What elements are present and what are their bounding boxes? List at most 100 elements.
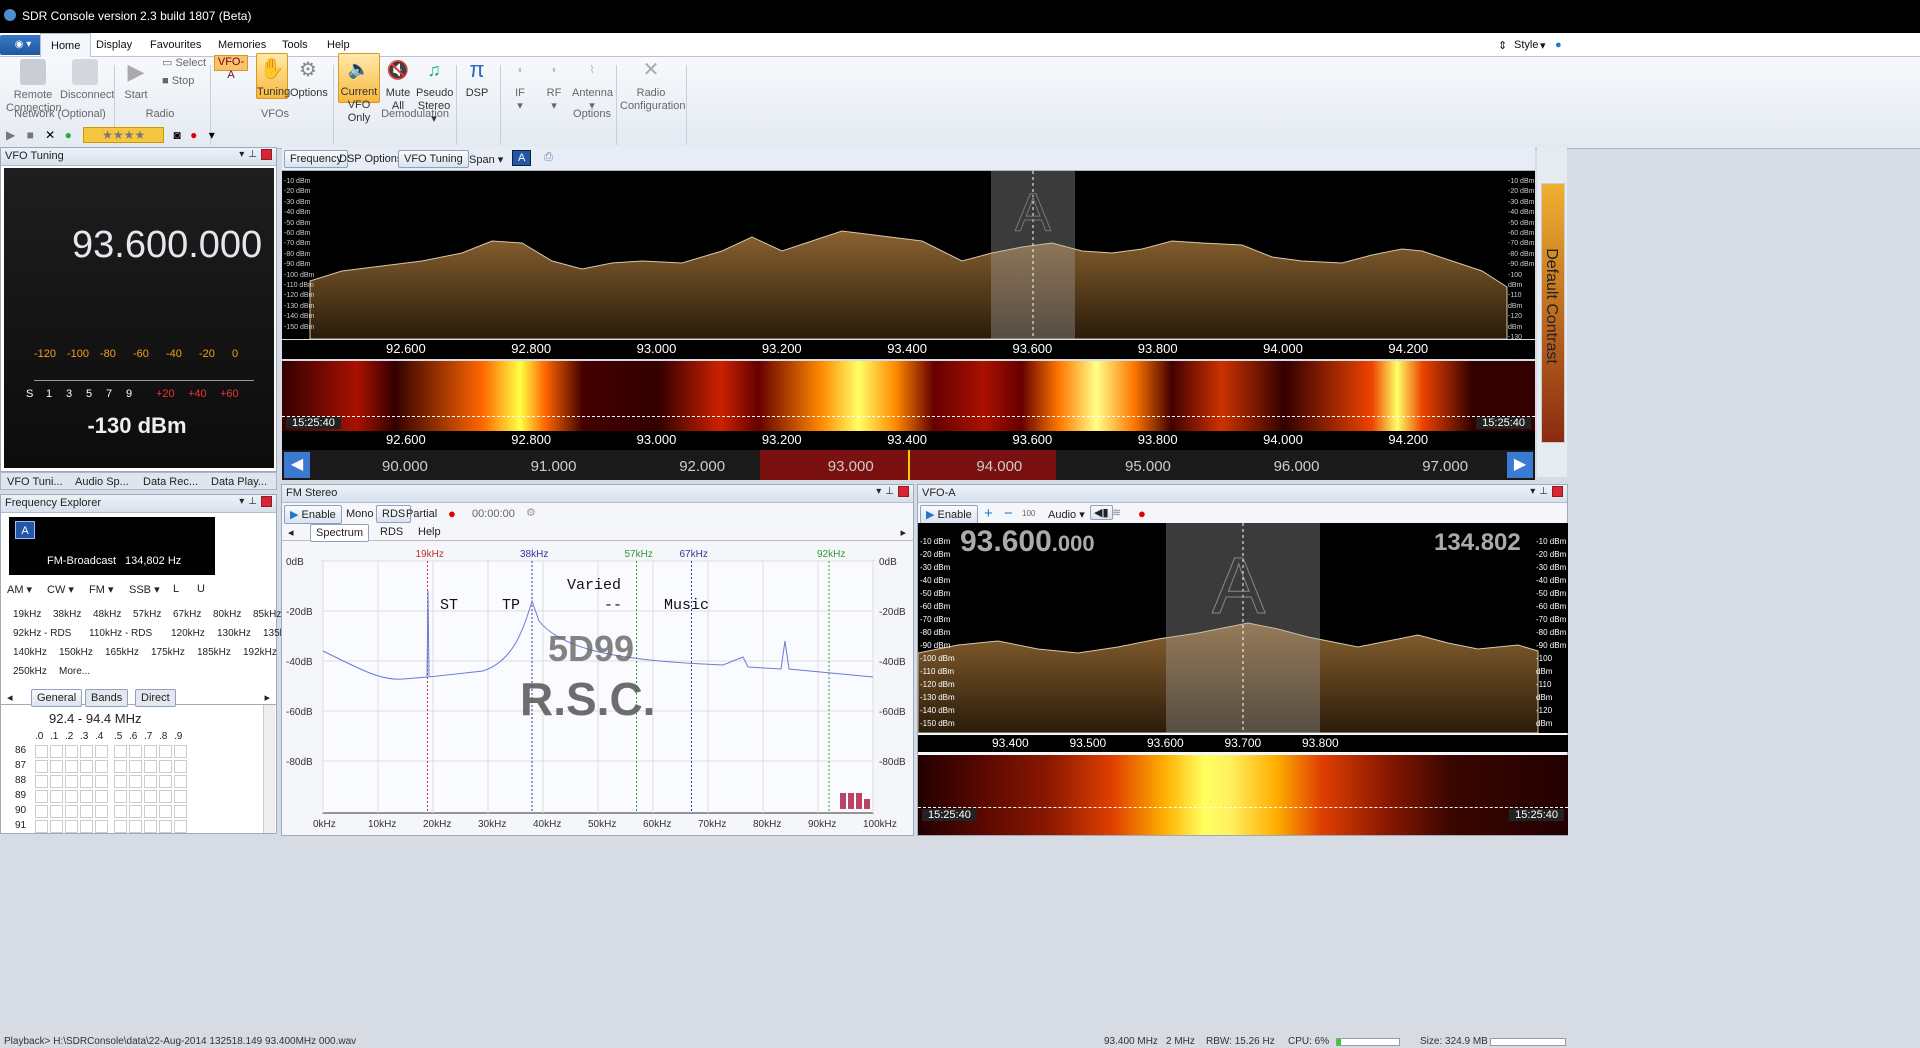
dsp-options-button[interactable]: DSP Options (339, 153, 402, 165)
frequency-link[interactable]: 19kHz (13, 609, 41, 620)
tab-data-record[interactable]: Data Rec... (143, 476, 198, 488)
grid-cell[interactable] (159, 745, 172, 758)
vfo-frequency-axis[interactable]: 93.400 93.500 93.600 93.700 93.800 (918, 735, 1568, 752)
tab-favourites[interactable]: Favourites (150, 39, 201, 51)
grid-cell[interactable] (159, 790, 172, 803)
tuning-button[interactable]: ✋ Tuning (256, 53, 290, 99)
close-icon[interactable] (261, 496, 272, 507)
grid-cell[interactable] (174, 805, 187, 818)
mode-button[interactable]: CW ▾ (47, 583, 74, 596)
stop-icon[interactable]: ■ (27, 128, 34, 142)
enable-button[interactable]: ▶ Enable (920, 505, 978, 524)
record-icon[interactable]: ● (1138, 506, 1146, 521)
frequency-link[interactable]: 57kHz (133, 609, 161, 620)
record-icon[interactable]: ● (190, 128, 197, 142)
antenna-button[interactable]: ⌇ Antenna ▾ (572, 57, 613, 113)
disconnect-button[interactable]: Disconnect (60, 59, 114, 102)
tab-general[interactable]: General (31, 689, 83, 707)
grid-cell[interactable] (174, 775, 187, 788)
frequency-link[interactable]: 80kHz (213, 609, 241, 620)
pin-icon[interactable]: ⊥ (248, 149, 261, 160)
grid-cell[interactable] (65, 820, 78, 833)
main-frequency-axis[interactable]: 92.600 92.800 93.000 93.200 93.400 93.600 93.8… (282, 340, 1535, 359)
grid-cell[interactable] (50, 790, 63, 803)
grid-cell[interactable] (80, 760, 93, 773)
grid-cell[interactable] (95, 805, 108, 818)
tab-bands[interactable]: Bands (85, 689, 129, 707)
grid-cell[interactable] (114, 790, 127, 803)
grid-cell[interactable] (95, 745, 108, 758)
frequency-link[interactable]: 185kHz (197, 647, 231, 658)
frequency-link[interactable]: 175kHz (151, 647, 185, 658)
grid-cell[interactable] (114, 820, 127, 833)
tab-help[interactable]: Help (418, 526, 441, 538)
vfo-tuning-button[interactable]: VFO Tuning (398, 150, 469, 168)
partial-button[interactable]: Partial (406, 508, 437, 520)
grid-cell[interactable] (144, 745, 157, 758)
grid-cell[interactable] (129, 745, 142, 758)
camera-icon[interactable]: ◙ (174, 128, 181, 142)
vfo-a-selector[interactable]: A (512, 150, 532, 166)
grid-cell[interactable] (35, 775, 48, 788)
grid-cell[interactable] (144, 760, 157, 773)
grid-cell[interactable] (80, 775, 93, 788)
grid-cell[interactable] (65, 760, 78, 773)
tab-tools[interactable]: Tools (282, 39, 308, 51)
grid-cell[interactable] (114, 760, 127, 773)
mode-button[interactable]: FM ▾ (89, 583, 113, 596)
tab-rds[interactable]: RDS (380, 526, 403, 538)
if-button[interactable]: ◐ IF ▾ (508, 57, 532, 113)
contrast-bar[interactable]: Default Contrast (1537, 147, 1567, 477)
span-dropdown[interactable]: Span ▾ (469, 153, 503, 166)
settings-icon[interactable]: ⚙ (526, 506, 536, 519)
minus-icon[interactable]: − (1004, 505, 1013, 522)
grid-cell[interactable] (144, 775, 157, 788)
stop-button[interactable]: ■ Stop (162, 75, 194, 88)
grid-cell[interactable] (174, 790, 187, 803)
print-icon[interactable]: ⎙ (544, 151, 553, 164)
frequency-link[interactable]: 150kHz (59, 647, 93, 658)
band-scroller[interactable]: ◀ 90.000 91.000 92.000 93.000 94.000 95.000 96… (282, 450, 1535, 480)
pin-icon[interactable]: ⊥ (248, 496, 261, 507)
vfo-a-badge[interactable]: VFO-A (214, 55, 248, 81)
grid-cell[interactable] (95, 820, 108, 833)
record-icon[interactable]: ● (448, 506, 456, 521)
main-spectrum[interactable]: A -10 dBm -20 dBm -30 dBm -40 dBm -50 dBm -60… (282, 171, 1535, 393)
scrollbar[interactable] (263, 705, 275, 833)
frequency-link[interactable]: More... (59, 666, 90, 677)
frequency-link[interactable]: 192kHz (243, 647, 277, 658)
grid-cell[interactable] (80, 805, 93, 818)
customize-icon[interactable]: ▾ (209, 128, 215, 142)
scroll-right-icon[interactable]: ▸ (900, 526, 906, 539)
scroll-left-icon[interactable]: ◂ (7, 691, 13, 704)
tab-audio-spectrum[interactable]: Audio Sp... (75, 476, 129, 488)
grid-cell[interactable] (129, 760, 142, 773)
grid-cell[interactable] (129, 820, 142, 833)
pin-icon[interactable]: ⊥ (1539, 486, 1552, 497)
squelch-icon[interactable]: ≋ (1112, 506, 1121, 519)
grid-cell[interactable] (174, 760, 187, 773)
dropdown-icon[interactable]: ▾ (1530, 486, 1539, 497)
grid-cell[interactable] (35, 790, 48, 803)
refresh-icon[interactable]: ● (65, 128, 72, 142)
frequency-link[interactable]: 165kHz (105, 647, 139, 658)
waterfall-frequency-axis[interactable]: 92.600 92.800 93.000 93.200 93.400 93.600 93.8… (282, 431, 1535, 450)
frequency-link[interactable]: 48kHz (93, 609, 121, 620)
tab-spectrum[interactable]: Spectrum (310, 524, 370, 542)
frequency-link[interactable]: 110kHz - RDS (89, 628, 152, 639)
frequency-link[interactable]: 38kHz (53, 609, 81, 620)
close-icon[interactable]: ✕ (45, 128, 55, 142)
play-icon[interactable]: ▶ (6, 128, 15, 142)
options-button[interactable]: ⚙ Options (290, 57, 328, 100)
style-menu[interactable]: Style (1514, 39, 1538, 51)
close-icon[interactable] (898, 486, 909, 497)
grid-cell[interactable] (129, 790, 142, 803)
grid-cell[interactable] (35, 745, 48, 758)
main-waterfall[interactable]: 15:25:40 15:25:40 (282, 361, 1535, 431)
grid-cell[interactable] (159, 775, 172, 788)
grid-cell[interactable] (65, 805, 78, 818)
tab-memories[interactable]: Memories (218, 39, 266, 51)
tab-help[interactable]: Help (327, 39, 350, 51)
remote-connection-button[interactable]: Remote Connection (6, 59, 62, 115)
grid-cell[interactable] (159, 805, 172, 818)
